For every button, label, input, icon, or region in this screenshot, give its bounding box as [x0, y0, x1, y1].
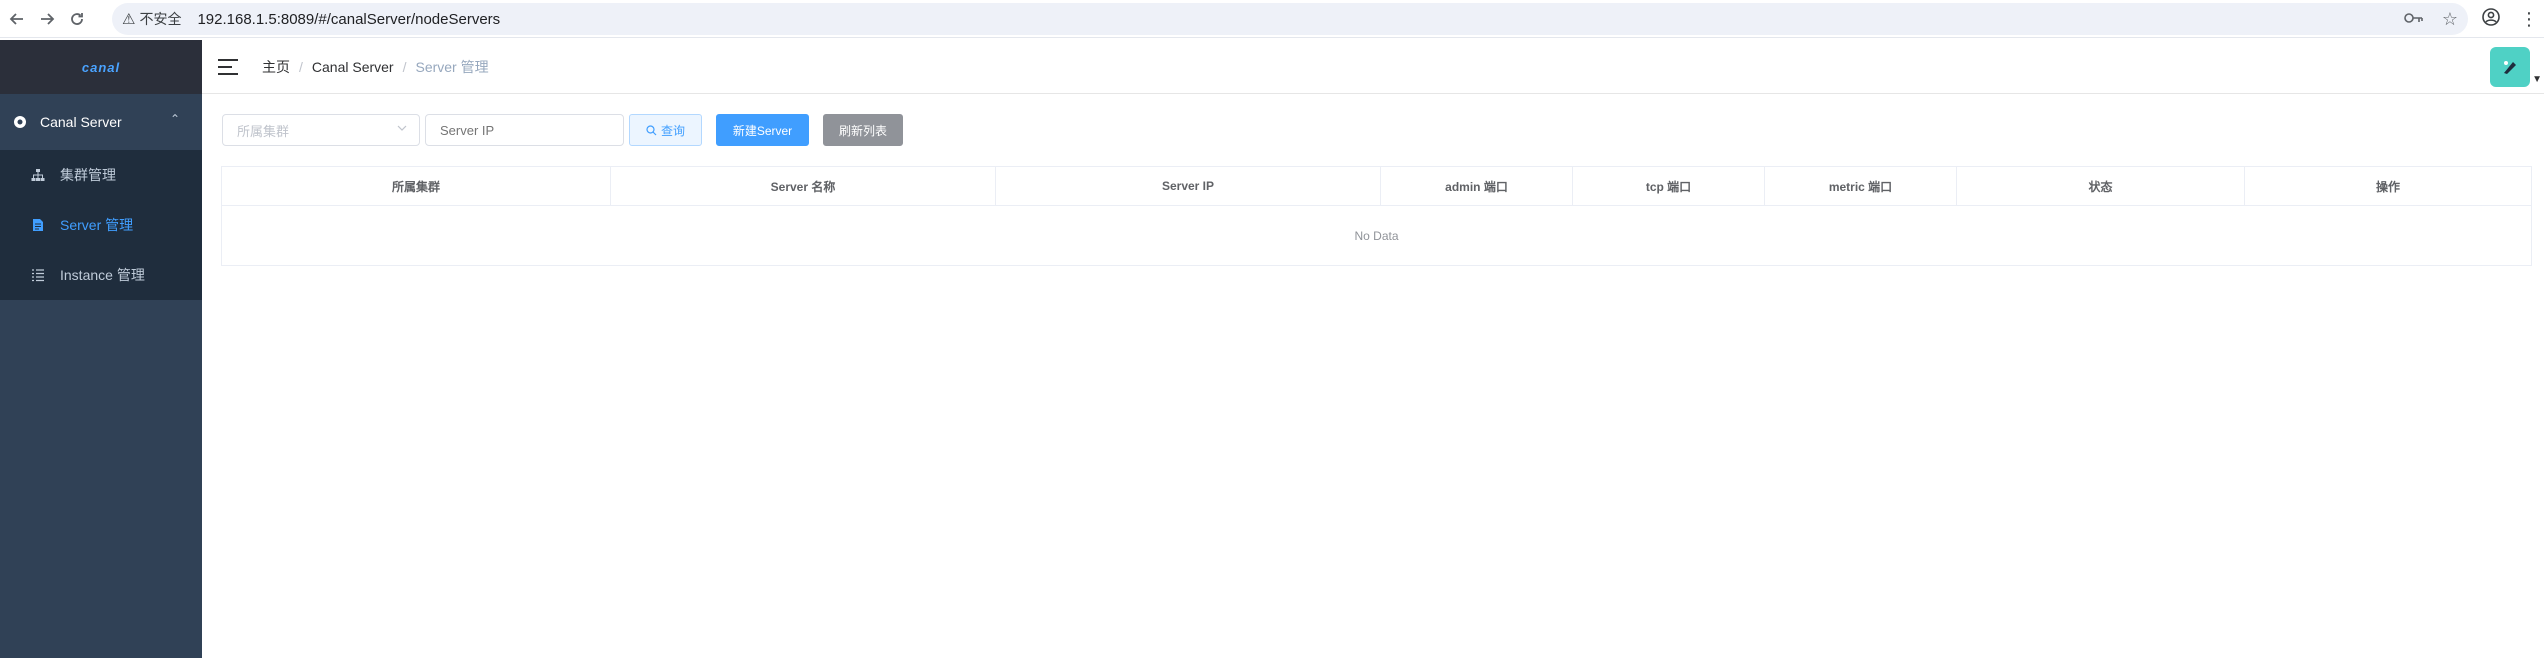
column-header-cluster: 所属集群 — [222, 167, 611, 205]
submenu: 集群管理 Server 管理 Instance 管理 — [0, 150, 202, 300]
chevron-up-icon: ⌃ — [169, 112, 180, 126]
cluster-select[interactable]: 所属集群 — [222, 114, 420, 146]
chevron-down-icon — [397, 123, 407, 136]
query-button[interactable]: 查询 — [629, 114, 702, 146]
profile-icon[interactable] — [2482, 7, 2500, 31]
sidebar-item-label: Instance 管理 — [60, 267, 145, 283]
sidebar: canal Canal Server ⌃ 集群管理 Server 管理 Inst… — [0, 40, 202, 658]
reload-icon — [71, 12, 83, 25]
caret-down-icon[interactable]: ▼ — [2532, 74, 2542, 85]
table-empty-text: No Data — [1354, 229, 1399, 243]
warning-icon: ⚠ — [122, 11, 136, 28]
arrow-right-icon — [41, 12, 55, 25]
cluster-select-placeholder: 所属集群 — [237, 123, 290, 139]
search-icon — [646, 124, 657, 136]
star-icon[interactable]: ☆ — [2442, 9, 2458, 30]
gear-icon — [12, 114, 28, 130]
new-server-button[interactable]: 新建Server — [716, 114, 809, 146]
forward-button[interactable] — [34, 6, 60, 32]
arrow-left-icon — [9, 12, 23, 25]
sidebar-group-canal-server[interactable]: Canal Server ⌃ — [0, 94, 202, 150]
query-button-label: 查询 — [660, 123, 685, 138]
cluster-icon — [30, 168, 46, 182]
refresh-list-button[interactable]: 刷新列表 — [823, 114, 903, 146]
column-header-server-name: Server 名称 — [611, 167, 996, 205]
filter-bar: 所属集群 查询 新建Server 刷新列表 — [222, 114, 903, 146]
sidebar-item-server[interactable]: Server 管理 — [0, 200, 202, 250]
key-icon[interactable] — [2404, 9, 2424, 30]
document-icon — [30, 218, 46, 232]
browser-toolbar: ⚠ 不安全 192.168.1.5:8089/#/canalServer/nod… — [0, 0, 2544, 38]
url-text[interactable]: 192.168.1.5:8089/#/canalServer/nodeServe… — [197, 11, 500, 28]
column-header-server-ip: Server IP — [996, 167, 1381, 205]
back-button[interactable] — [4, 6, 30, 32]
security-indicator[interactable]: ⚠ 不安全 — [122, 9, 181, 29]
column-header-admin-port: admin 端口 — [1381, 167, 1573, 205]
sidebar-item-label: 集群管理 — [60, 167, 116, 183]
table-header: 所属集群 Server 名称 Server IP admin 端口 tcp 端口… — [222, 167, 2531, 206]
breadcrumb: 主页 / Canal Server / Server 管理 — [262, 57, 489, 77]
breadcrumb-canal-server[interactable]: Canal Server — [312, 59, 394, 75]
more-menu-icon[interactable]: ⋮ — [2520, 9, 2538, 30]
column-header-actions: 操作 — [2375, 179, 2400, 194]
main-header: 主页 / Canal Server / Server 管理 ▼ — [202, 40, 2544, 94]
column-header-metric-port: metric 端口 — [1765, 167, 1957, 205]
sidebar-item-instance[interactable]: Instance 管理 — [0, 250, 202, 300]
list-icon — [30, 268, 46, 282]
logo[interactable]: canal — [0, 40, 202, 94]
address-bar[interactable]: ⚠ 不安全 192.168.1.5:8089/#/canalServer/nod… — [112, 3, 2468, 35]
user-menu[interactable]: ▼ — [2490, 47, 2544, 87]
sidebar-group-label: Canal Server — [40, 114, 122, 130]
sidebar-item-cluster[interactable]: 集群管理 — [0, 150, 202, 200]
reload-button[interactable] — [64, 6, 90, 32]
column-header-tcp-port: tcp 端口 — [1573, 167, 1765, 205]
security-label: 不安全 — [139, 11, 182, 27]
server-ip-input[interactable] — [425, 114, 624, 146]
breadcrumb-home[interactable]: 主页 — [262, 57, 290, 77]
avatar[interactable] — [2490, 47, 2531, 87]
server-table: 所属集群 Server 名称 Server IP admin 端口 tcp 端口… — [221, 166, 2532, 266]
sidebar-item-label: Server 管理 — [60, 217, 134, 233]
column-header-status: 状态 — [1957, 167, 2245, 205]
breadcrumb-current: Server 管理 — [415, 58, 489, 75]
menu-toggle-icon[interactable] — [218, 58, 238, 75]
